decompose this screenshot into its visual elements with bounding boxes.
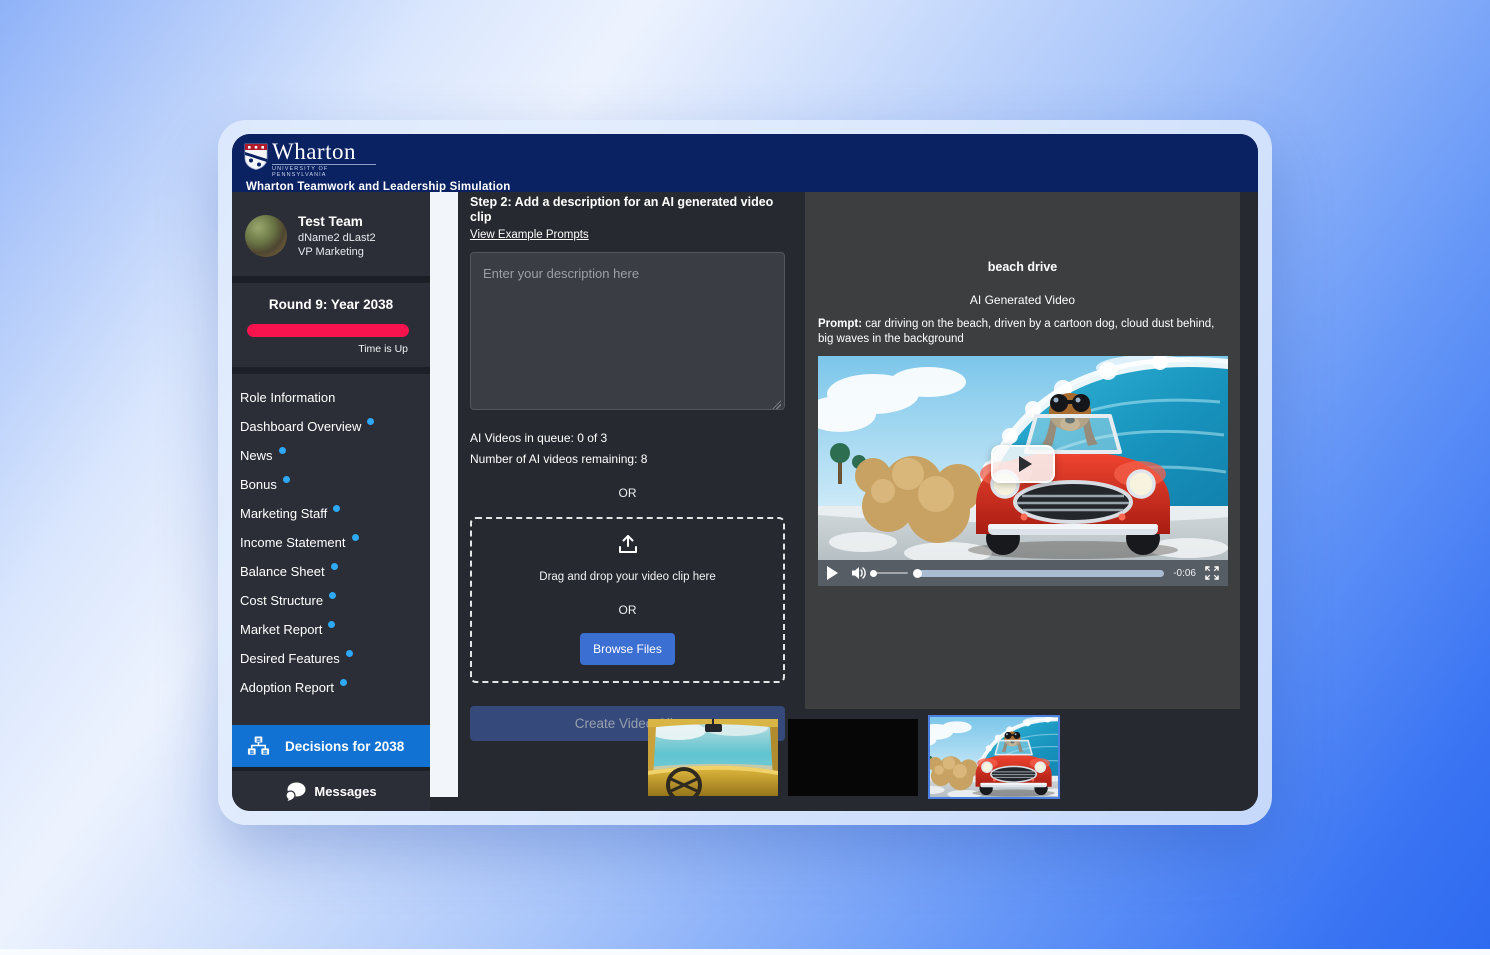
video-panel: beach drive AI Generated Video Prompt: c…	[805, 192, 1240, 709]
play-button[interactable]	[827, 566, 838, 580]
notification-dot	[340, 679, 347, 686]
dropzone-or: OR	[472, 603, 783, 617]
round-title: Round 9: Year 2038	[232, 297, 430, 312]
logo-subtext: University of Pennsylvania	[272, 164, 376, 178]
prompt-label: Prompt:	[818, 318, 862, 330]
divider	[232, 276, 430, 283]
sidebar-nav: Role Information Dashboard Overview News…	[232, 374, 430, 725]
notification-dot	[329, 592, 336, 599]
video-type-label: AI Generated Video	[805, 293, 1240, 307]
sidebar-item-income-statement[interactable]: Income Statement	[232, 528, 430, 557]
notification-dot	[333, 505, 340, 512]
divider	[232, 367, 430, 374]
sidebar-item-adoption-report[interactable]: Adoption Report	[232, 673, 430, 702]
prompt-text: car driving on the beach, driven by a ca…	[818, 318, 1214, 345]
speech-bubbles-icon	[285, 782, 306, 801]
thumbnail-black-frame[interactable]	[788, 719, 918, 796]
sidebar-item-dashboard-overview[interactable]: Dashboard Overview	[232, 412, 430, 441]
resize-handle-icon[interactable]	[772, 400, 781, 409]
upload-icon	[617, 533, 639, 555]
or-divider: OR	[470, 486, 785, 500]
video-dropzone[interactable]: Drag and drop your video clip here OR Br…	[470, 517, 785, 683]
step-heading: Step 2: Add a description for an AI gene…	[470, 195, 785, 225]
fullscreen-button[interactable]	[1205, 566, 1219, 580]
messages-label: Messages	[314, 784, 376, 799]
volume-button[interactable]	[851, 566, 867, 580]
volume-slider[interactable]	[874, 572, 908, 574]
sidebar-item-role-information[interactable]: Role Information	[232, 384, 430, 412]
page-bottom-strip	[0, 949, 1490, 955]
thumbnail-yellow-car-dashboard[interactable]	[648, 719, 778, 796]
round-block: Round 9: Year 2038 Time is Up	[232, 283, 430, 367]
thumbnail-red-beach-car[interactable]	[928, 715, 1060, 799]
main-content: Step 2: Add a description for an AI gene…	[458, 192, 1258, 811]
description-input[interactable]	[470, 252, 785, 410]
video-title: beach drive	[805, 260, 1240, 274]
video-prompt: Prompt: car driving on the beach, driven…	[818, 317, 1228, 347]
sidebar: Test Team dName2 dLast2 VP Marketing Rou…	[232, 192, 430, 811]
play-overlay-button[interactable]	[991, 445, 1055, 483]
org-chart-icon	[247, 735, 270, 758]
decisions-label: Decisions for 2038	[285, 739, 404, 754]
sidebar-item-balance-sheet[interactable]: Balance Sheet	[232, 557, 430, 586]
team-block: Test Team dName2 dLast2 VP Marketing	[232, 192, 430, 276]
app-header: Wharton University of Pennsylvania Whart…	[232, 134, 1258, 192]
decisions-button[interactable]: Decisions for 2038	[232, 725, 430, 767]
notification-dot	[346, 650, 353, 657]
seek-knob[interactable]	[913, 569, 922, 578]
round-progress-fill	[247, 324, 409, 337]
sidebar-item-desired-features[interactable]: Desired Features	[232, 644, 430, 673]
sidebar-item-marketing-staff[interactable]: Marketing Staff	[232, 499, 430, 528]
messages-button[interactable]: Messages	[232, 767, 430, 811]
logo-wordmark: Wharton	[272, 141, 376, 163]
notification-dot	[283, 476, 290, 483]
sidebar-item-cost-structure[interactable]: Cost Structure	[232, 586, 430, 615]
sidebar-item-market-report[interactable]: Market Report	[232, 615, 430, 644]
team-role: VP Marketing	[298, 246, 376, 258]
play-icon	[1019, 456, 1032, 472]
scrollbar-track[interactable]	[430, 192, 458, 797]
video-form: Step 2: Add a description for an AI gene…	[470, 195, 785, 741]
video-controls: -0:06	[818, 560, 1228, 586]
video-thumbnails	[648, 715, 1060, 799]
notification-dot	[331, 563, 338, 570]
remaining-status: Number of AI videos remaining: 8	[470, 452, 785, 466]
time-remaining: -0:06	[1173, 568, 1196, 579]
sidebar-item-bonus[interactable]: Bonus	[232, 470, 430, 499]
team-avatar	[245, 215, 287, 257]
notification-dot	[352, 534, 359, 541]
team-member: dName2 dLast2	[298, 232, 376, 244]
queue-status: AI Videos in queue: 0 of 3	[470, 431, 785, 445]
team-name: Test Team	[298, 214, 376, 229]
speaker-icon	[851, 566, 867, 580]
app-window: Wharton University of Pennsylvania Whart…	[218, 120, 1272, 825]
browse-files-button[interactable]: Browse Files	[580, 633, 675, 665]
sidebar-item-news[interactable]: News	[232, 441, 430, 470]
view-example-prompts-link[interactable]: View Example Prompts	[470, 229, 589, 241]
wharton-logo: Wharton University of Pennsylvania	[244, 141, 1258, 178]
notification-dot	[279, 447, 286, 454]
round-status: Time is Up	[232, 343, 408, 355]
volume-knob[interactable]	[870, 570, 877, 577]
round-progress-bar	[247, 324, 409, 337]
video-player[interactable]: -0:06	[818, 356, 1228, 586]
wharton-shield-icon	[244, 143, 268, 170]
seek-bar[interactable]	[918, 570, 1164, 577]
dropzone-instruction: Drag and drop your video clip here	[472, 571, 783, 583]
fullscreen-icon	[1205, 566, 1219, 580]
notification-dot	[328, 621, 335, 628]
notification-dot	[367, 418, 374, 425]
